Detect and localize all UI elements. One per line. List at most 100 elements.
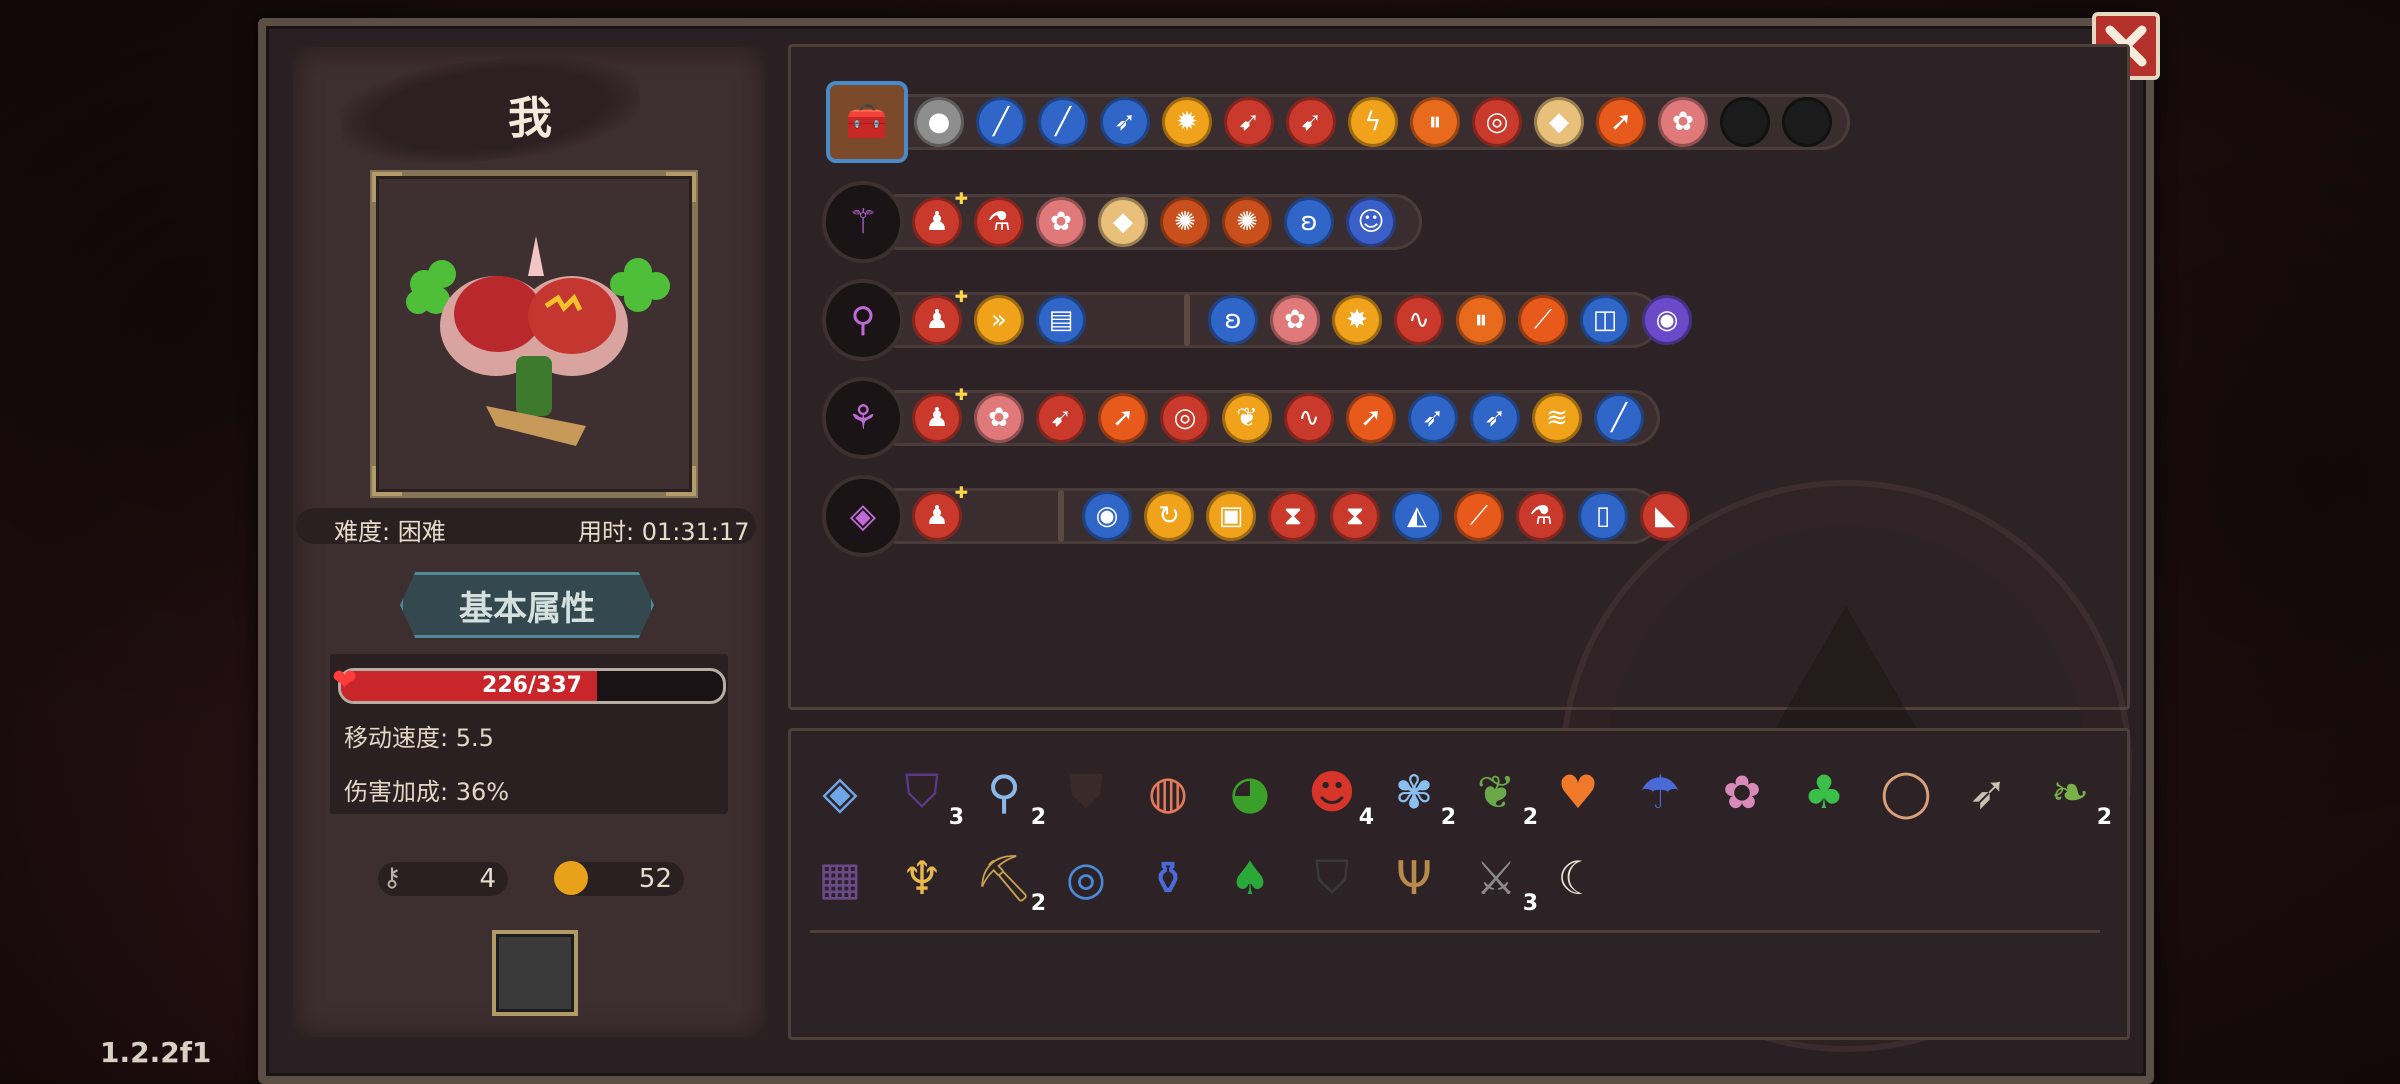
shard-upgrade-icon[interactable]: ◣ xyxy=(1640,491,1690,541)
bow-upgrade-icon[interactable]: ➹ xyxy=(1286,97,1336,147)
target-upgrade-icon[interactable]: ◎ xyxy=(1160,393,1210,443)
waves-upgrade-icon[interactable]: ≋ xyxy=(1532,393,1582,443)
empty-equipment-slot[interactable] xyxy=(492,930,578,1016)
herb-icon[interactable]: ❦ 2 xyxy=(1464,760,1538,830)
wing-upgrade-icon[interactable]: ❦ xyxy=(1222,393,1272,443)
character-portrait xyxy=(370,170,698,498)
root-icon[interactable]: ❧ 2 xyxy=(2038,760,2112,830)
coin-icon xyxy=(554,861,588,895)
swirl-upgrade-icon[interactable]: ∿ xyxy=(1284,393,1334,443)
treasure-chest-icon[interactable]: 🧰 xyxy=(826,81,908,163)
crystal-upgrade-icon[interactable]: ◭ xyxy=(1392,491,1442,541)
totem-upgrade-icon[interactable]: ♟ xyxy=(912,287,968,345)
scepter-icon[interactable]: ⚲ xyxy=(822,279,904,361)
butterfly-upgrade-icon[interactable]: ʚ xyxy=(1208,295,1258,345)
demon-mask-icon[interactable]: ☻ 4 xyxy=(1300,760,1374,830)
robe-icon[interactable]: ⛉ xyxy=(1300,846,1364,910)
row-divider xyxy=(1184,294,1190,346)
vial-upgrade-icon[interactable]: ▯ xyxy=(1578,491,1628,541)
arrow-upgrade-icon[interactable]: ➚ xyxy=(1098,393,1148,443)
blade-upgrade-icon[interactable]: ╱ xyxy=(1594,393,1644,443)
ring-icon[interactable]: ◎ xyxy=(1054,846,1118,910)
frog-icon[interactable]: ◕ xyxy=(1218,760,1282,824)
bow-upgrade-icon[interactable]: ➹ xyxy=(1224,97,1274,147)
spiral-upgrade-icon[interactable]: ◫ xyxy=(1580,295,1630,345)
spark-upgrade-icon[interactable]: ✸ xyxy=(1332,295,1382,345)
bread-upgrade-icon[interactable]: ◆ xyxy=(1098,197,1148,247)
chalice-icon[interactable]: ♆ xyxy=(890,846,954,910)
time-used-label: 用时: 01:31:17 xyxy=(578,518,750,546)
magnifier-icon[interactable]: ⚲ 2 xyxy=(972,760,1046,830)
flower-upgrade-icon[interactable]: ✿ xyxy=(1270,295,1320,345)
bow-upgrade-icon[interactable]: ➹ xyxy=(1036,393,1086,443)
bread-upgrade-icon[interactable]: ◆ xyxy=(1534,97,1584,147)
arrow-upgrade-icon[interactable]: ➚ xyxy=(1346,393,1396,443)
row-divider xyxy=(1058,490,1064,542)
card-upgrade-icon[interactable]: ▣ xyxy=(1206,491,1256,541)
feather-upgrade-icon[interactable]: ➶ xyxy=(1470,393,1520,443)
target-upgrade-icon[interactable]: ◎ xyxy=(1472,97,1522,147)
orb-icon[interactable]: ◈ xyxy=(822,475,904,557)
lotus-icon[interactable]: ✾ 2 xyxy=(1382,760,1456,830)
claw-upgrade-icon[interactable]: ⟋ xyxy=(1454,491,1504,541)
stone-upgrade-icon[interactable]: ● xyxy=(914,97,964,147)
flower-upgrade-icon[interactable]: ✿ xyxy=(1036,197,1086,247)
flower-upgrade-icon[interactable]: ✿ xyxy=(974,393,1024,443)
fire-flower-upgrade-icon[interactable]: ✿ xyxy=(1658,97,1708,147)
butterfly-upgrade-icon[interactable]: ʚ xyxy=(1284,197,1334,247)
slingshot-icon[interactable]: Ψ xyxy=(1382,846,1446,910)
wand-icon[interactable]: ⚘ xyxy=(822,377,904,459)
shield-gem-icon[interactable]: ◈ xyxy=(808,760,872,824)
flame-upgrade-icon[interactable]: ✺ xyxy=(1222,197,1272,247)
spear-icon[interactable]: ➶ xyxy=(1956,760,2020,824)
potion-upgrade-icon[interactable]: ⚗ xyxy=(974,197,1024,247)
armor-icon[interactable]: ⛊ xyxy=(1054,760,1118,824)
key-icon: ⚷ xyxy=(382,863,402,893)
brain-icon[interactable]: ✿ xyxy=(1710,760,1774,824)
blade-upgrade-icon[interactable]: ╱ xyxy=(1038,97,1088,147)
totem-upgrade-icon[interactable]: ♟ xyxy=(912,189,968,247)
tusk-icon[interactable]: ☾ xyxy=(1546,846,1610,910)
totem-upgrade-icon[interactable]: ♟ xyxy=(912,385,968,443)
heart-icon[interactable]: ♥ xyxy=(1546,760,1610,824)
hourglass-upgrade-icon[interactable]: ⧗ xyxy=(1268,491,1318,541)
clover-icon[interactable]: ♣ xyxy=(1792,760,1856,824)
staff-icon[interactable]: ⚚ xyxy=(822,181,904,263)
player-name: 我 xyxy=(508,93,552,144)
jellyfish-icon[interactable]: ☂ xyxy=(1628,760,1692,824)
tab-basic-stats[interactable]: 基本属性 xyxy=(400,572,654,638)
potion-upgrade-icon[interactable]: ⚗ xyxy=(1516,491,1566,541)
cape-icon[interactable]: ⛉ 3 xyxy=(890,760,964,830)
empty-upgrade-icon[interactable] xyxy=(1720,97,1770,147)
slime-upgrade-icon[interactable]: ☺ xyxy=(1346,197,1396,247)
cage-icon[interactable]: ▦ xyxy=(808,846,872,910)
empty-upgrade-icon[interactable] xyxy=(1782,97,1832,147)
bolt-upgrade-icon[interactable]: ϟ xyxy=(1348,97,1398,147)
vortex-upgrade-icon[interactable]: ◉ xyxy=(1642,295,1692,345)
slime-plant-icon[interactable]: ♠ xyxy=(1218,846,1282,910)
pickaxe-icon[interactable]: ⛏ 2 xyxy=(972,846,1046,917)
coin-count: 52 xyxy=(638,864,672,894)
version-label: 1.2.2f1 xyxy=(100,1036,212,1069)
sun-upgrade-icon[interactable]: ✹ xyxy=(1162,97,1212,147)
egg-icon[interactable]: ◯ xyxy=(1874,760,1938,824)
hourglass-upgrade-icon[interactable]: ⧗ xyxy=(1330,491,1380,541)
claw-upgrade-icon[interactable]: ⟋ xyxy=(1518,295,1568,345)
swirl-upgrade-icon[interactable]: ∿ xyxy=(1394,295,1444,345)
eye-upgrade-icon[interactable]: ◉ xyxy=(1082,491,1132,541)
feather-upgrade-icon[interactable]: ➶ xyxy=(1408,393,1458,443)
feather-upgrade-icon[interactable]: ➶ xyxy=(1100,97,1150,147)
book-upgrade-icon[interactable]: ▤ xyxy=(1036,295,1086,345)
bottle-icon[interactable]: ⚱ xyxy=(1136,846,1200,910)
amulet-icon[interactable]: ◍ xyxy=(1136,760,1200,824)
charge-upgrade-icon[interactable]: ↻ xyxy=(1144,491,1194,541)
arrow-upgrade-icon[interactable]: ➚ xyxy=(1596,97,1646,147)
pause-upgrade-icon[interactable]: ⏸ xyxy=(1456,295,1506,345)
blade-upgrade-icon[interactable]: ╱ xyxy=(976,97,1026,147)
dash-upgrade-icon[interactable]: » xyxy=(974,295,1024,345)
flame-upgrade-icon[interactable]: ✺ xyxy=(1160,197,1210,247)
sword-icon[interactable]: ⚔ 3 xyxy=(1464,846,1538,916)
pause-upgrade-icon[interactable]: ⏸ xyxy=(1410,97,1460,147)
item-count: 3 xyxy=(948,805,964,830)
totem-upgrade-icon[interactable]: ♟ xyxy=(912,483,968,541)
